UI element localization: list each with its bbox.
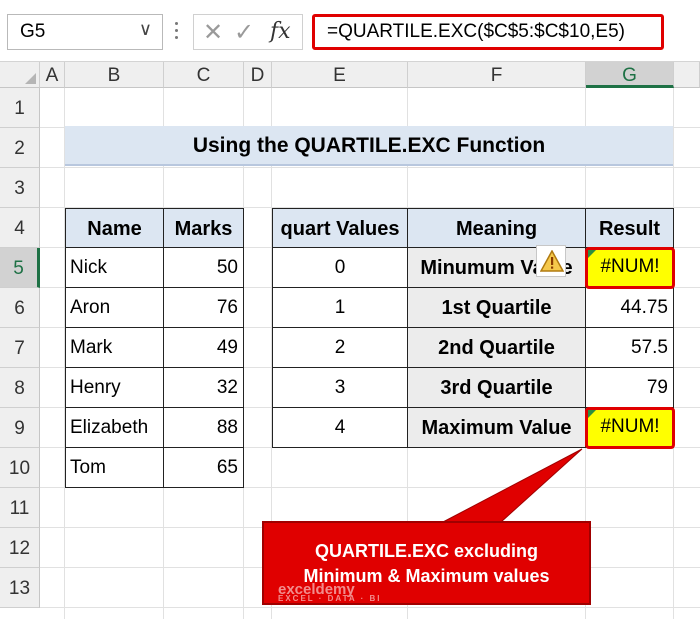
enter-icon[interactable]: ✓ <box>234 18 254 47</box>
row-header-4[interactable]: 4 <box>0 208 40 248</box>
meaning-cell[interactable]: Maximum Value <box>408 408 586 448</box>
row-header-5[interactable]: 5 <box>0 248 40 288</box>
dropdown-icon[interactable]: ∨ <box>139 19 152 40</box>
watermark-logo: exceldemy EXCEL · DATA · BI <box>278 581 381 603</box>
name-cell[interactable]: Elizabeth <box>65 408 164 448</box>
drag-handle-icon[interactable] <box>170 18 184 46</box>
header-marks[interactable]: Marks <box>164 208 244 248</box>
select-all-button[interactable] <box>0 62 40 88</box>
marks-cell[interactable]: 88 <box>164 408 244 448</box>
header-meaning[interactable]: Meaning <box>408 208 586 248</box>
row-header-3[interactable]: 3 <box>0 168 40 208</box>
name-cell[interactable]: Tom <box>65 448 164 488</box>
error-flag-icon <box>588 410 596 418</box>
spreadsheet-grid[interactable]: A B C D E F G 1 2 3 4 5 6 7 8 9 10 11 12… <box>0 62 700 619</box>
row-header-9[interactable]: 9 <box>0 408 40 448</box>
name-cell[interactable]: Aron <box>65 288 164 328</box>
error-flag-icon <box>588 250 596 258</box>
header-result[interactable]: Result <box>586 208 674 248</box>
error-warning-button[interactable] <box>536 245 566 277</box>
quart-cell[interactable]: 0 <box>272 248 408 288</box>
name-cell[interactable]: Henry <box>65 368 164 408</box>
callout-line-1: QUARTILE.EXC excluding <box>314 541 539 561</box>
quart-cell[interactable]: 3 <box>272 368 408 408</box>
row-header-7[interactable]: 7 <box>0 328 40 368</box>
meaning-cell[interactable]: 2nd Quartile <box>408 328 586 368</box>
row-header-10[interactable]: 10 <box>0 448 40 488</box>
watermark-tagline: EXCEL · DATA · BI <box>278 594 382 603</box>
fx-icon[interactable]: fx <box>270 19 291 44</box>
name-cell[interactable]: Mark <box>65 328 164 368</box>
column-header-g[interactable]: G <box>586 62 674 88</box>
name-cell[interactable]: Nick <box>65 248 164 288</box>
marks-cell[interactable]: 32 <box>164 368 244 408</box>
column-header-e[interactable]: E <box>272 62 408 88</box>
column-header-c[interactable]: C <box>164 62 244 88</box>
quart-cell[interactable]: 1 <box>272 288 408 328</box>
error-text: #NUM! <box>600 256 660 277</box>
formula-buttons: ✕ ✓ fx <box>193 14 303 50</box>
row-header-13[interactable]: 13 <box>0 568 40 608</box>
marks-cell[interactable]: 50 <box>164 248 244 288</box>
marks-cell[interactable]: 76 <box>164 288 244 328</box>
column-header-b[interactable]: B <box>65 62 164 88</box>
name-box[interactable]: G5 ∨ <box>7 14 163 50</box>
error-text: #NUM! <box>600 416 660 437</box>
row-header-12[interactable]: 12 <box>0 528 40 568</box>
column-header-h[interactable] <box>674 62 700 88</box>
formula-input[interactable]: =QUARTILE.EXC($C$5:$C$10,E5) <box>312 14 664 50</box>
error-result-min[interactable]: #NUM! <box>585 247 675 289</box>
warning-icon <box>540 250 564 272</box>
cancel-icon[interactable]: ✕ <box>203 18 223 47</box>
quart-cell[interactable]: 4 <box>272 408 408 448</box>
row-header-2[interactable]: 2 <box>0 128 40 168</box>
header-name[interactable]: Name <box>65 208 164 248</box>
name-box-value: G5 <box>20 21 46 42</box>
row-header-8[interactable]: 8 <box>0 368 40 408</box>
column-header-a[interactable]: A <box>40 62 65 88</box>
error-result-max[interactable]: #NUM! <box>585 407 675 449</box>
row-header-11[interactable]: 11 <box>0 488 40 528</box>
formula-bar-area: G5 ∨ ✕ ✓ fx =QUARTILE.EXC($C$5:$C$10,E5) <box>0 0 700 62</box>
meaning-cell[interactable]: 1st Quartile <box>408 288 586 328</box>
marks-cell[interactable]: 49 <box>164 328 244 368</box>
column-header-f[interactable]: F <box>408 62 586 88</box>
header-quart-values[interactable]: quart Values <box>272 208 408 248</box>
column-header-d[interactable]: D <box>244 62 272 88</box>
quart-cell[interactable]: 2 <box>272 328 408 368</box>
row-header-1[interactable]: 1 <box>0 88 40 128</box>
sheet-title[interactable]: Using the QUARTILE.EXC Function <box>65 126 673 166</box>
marks-cell[interactable]: 65 <box>164 448 244 488</box>
result-cell[interactable]: 79 <box>586 368 674 408</box>
row-header-6[interactable]: 6 <box>0 288 40 328</box>
meaning-cell[interactable]: 3rd Quartile <box>408 368 586 408</box>
result-cell[interactable]: 57.5 <box>586 328 674 368</box>
result-cell[interactable]: 44.75 <box>586 288 674 328</box>
